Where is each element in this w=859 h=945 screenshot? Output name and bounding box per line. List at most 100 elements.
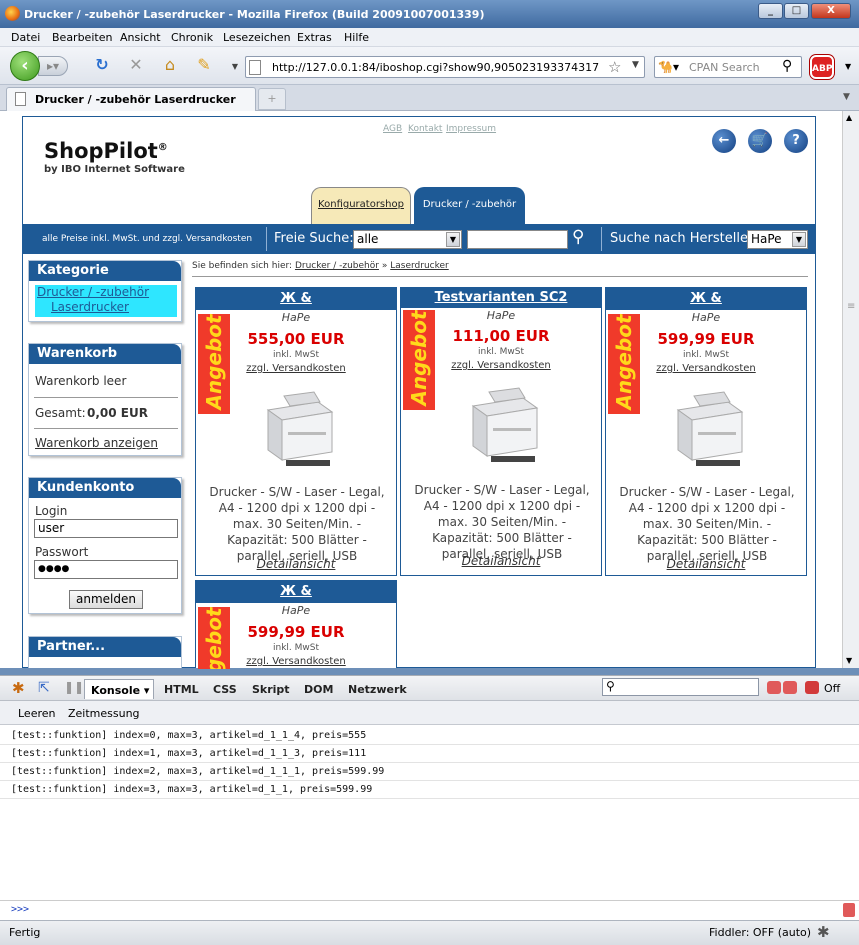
- product-detail-link[interactable]: Detailansicht: [606, 557, 806, 571]
- tab-konfiguratorshop[interactable]: Konfiguratorshop: [311, 187, 411, 225]
- tab-netzwerk[interactable]: Netzwerk: [348, 683, 407, 696]
- printer-image[interactable]: [258, 388, 336, 468]
- menu-hilfe[interactable]: Hilfe: [344, 31, 369, 44]
- product-title[interactable]: Ж &: [606, 288, 806, 310]
- tab-css[interactable]: CSS: [213, 683, 237, 696]
- adblock-plus-icon[interactable]: ABP: [810, 55, 834, 79]
- category-item-drucker[interactable]: Drucker / -zubehör Laserdrucker: [35, 285, 177, 317]
- scroll-thumb[interactable]: ≡: [847, 301, 855, 312]
- new-tab-button[interactable]: +: [258, 88, 286, 110]
- tab-konsole[interactable]: Konsole ▾: [84, 679, 154, 699]
- manufacturer-select[interactable]: HaPe ▼: [747, 230, 808, 249]
- tab-active[interactable]: Drucker / -zubehör Laserdrucker: [6, 87, 256, 111]
- expand-console-icon[interactable]: [843, 903, 855, 917]
- tab-title[interactable]: Drucker / -zubehör Laserdrucker: [35, 93, 236, 106]
- tab-list-icon[interactable]: ▼: [843, 92, 850, 102]
- pencil-icon[interactable]: ✎: [195, 57, 213, 73]
- detach-panel-icon[interactable]: [783, 681, 797, 694]
- console-command-line[interactable]: >>>: [0, 900, 859, 920]
- search-placeholder[interactable]: CPAN Search: [689, 61, 760, 74]
- tab-dom[interactable]: DOM: [304, 683, 333, 696]
- url-dropdown-icon[interactable]: ▼: [632, 60, 639, 70]
- product-detail-link[interactable]: Detailansicht: [401, 554, 601, 568]
- offer-badge-label: Angebot: [202, 314, 226, 410]
- firefox-icon: [5, 6, 20, 21]
- url-text[interactable]: http://127.0.0.1:84/iboshop.cgi?show90,9…: [272, 61, 599, 74]
- console-line: [test::funktion] index=3, max=3, artikel…: [0, 781, 859, 799]
- maximize-button[interactable]: □: [784, 3, 809, 19]
- url-bar[interactable]: http://127.0.0.1:84/iboshop.cgi?show90,9…: [245, 56, 645, 78]
- pause-icon[interactable]: ❚❚: [64, 680, 84, 694]
- minimize-panel-icon[interactable]: [767, 681, 781, 694]
- profile-button[interactable]: Zeitmessung: [68, 707, 140, 720]
- search-icon[interactable]: ⚲: [782, 58, 792, 74]
- link-agb[interactable]: AGB: [383, 124, 402, 134]
- tab-skript[interactable]: Skript: [252, 683, 290, 696]
- link-impressum[interactable]: Impressum: [446, 124, 496, 134]
- menu-extras[interactable]: Extras: [297, 31, 332, 44]
- firebug-toolbar: ✱ ⇱ ❚❚ Konsole ▾ HTML CSS Skript DOM Net…: [0, 675, 859, 701]
- product-shipping-link[interactable]: zzgl. Versandkosten: [401, 360, 601, 371]
- shop-logo[interactable]: ShopPilot®: [44, 139, 168, 163]
- search-magnifier-icon[interactable]: ⚲: [572, 227, 584, 247]
- forward-button[interactable]: ▸▾: [38, 56, 68, 76]
- product-shipping-link[interactable]: zzgl. Versandkosten: [606, 363, 806, 374]
- vertical-scrollbar[interactable]: ▲ ≡ ▼: [842, 111, 859, 668]
- category-select[interactable]: alle ▼: [353, 230, 462, 249]
- cart-total-label: Gesamt:: [35, 406, 86, 420]
- printer-image[interactable]: [668, 388, 746, 468]
- printer-image[interactable]: [463, 384, 541, 464]
- firebug-icon[interactable]: ✱: [12, 679, 25, 697]
- product-price: 599,99 EUR: [247, 623, 345, 641]
- menu-ansicht[interactable]: Ansicht: [120, 31, 161, 44]
- stop-icon[interactable]: ✕: [127, 57, 145, 73]
- abp-dropdown-icon[interactable]: ▼: [845, 62, 851, 71]
- bookmark-star-icon[interactable]: ☆: [608, 58, 621, 76]
- inspect-icon[interactable]: ⇱: [38, 680, 50, 696]
- cart-show-link[interactable]: Warenkorb anzeigen: [35, 436, 158, 450]
- scroll-up-icon[interactable]: ▲: [846, 113, 852, 122]
- breadcrumb-link-drucker[interactable]: Drucker / -zubehör: [295, 261, 379, 271]
- home-icon[interactable]: ⌂: [161, 57, 179, 73]
- login-button[interactable]: anmelden: [69, 590, 143, 609]
- product-shipping-link[interactable]: zzgl. Versandkosten: [196, 656, 396, 667]
- category-subitem-laserdrucker[interactable]: Laserdrucker: [35, 300, 177, 315]
- menu-lesezeichen[interactable]: Lesezeichen: [223, 31, 291, 44]
- fiddler-status[interactable]: Fiddler: OFF (auto): [709, 926, 811, 939]
- scroll-down-icon[interactable]: ▼: [846, 656, 852, 665]
- cart-icon[interactable]: 🛒: [748, 129, 772, 153]
- help-icon[interactable]: ?: [784, 129, 808, 153]
- reload-icon[interactable]: ↻: [93, 57, 111, 73]
- menu-bearbeiten[interactable]: Bearbeiten: [52, 31, 112, 44]
- product-title[interactable]: Testvarianten SC2: [401, 288, 601, 308]
- product-description: Drucker - S/W - Laser - Legal, A4 - 1200…: [414, 483, 590, 561]
- link-kontakt[interactable]: Kontakt: [408, 124, 442, 134]
- back-arrow-icon[interactable]: ←: [712, 129, 736, 153]
- minimize-button[interactable]: _: [758, 3, 783, 19]
- product-detail-link[interactable]: Detailansicht: [196, 557, 396, 571]
- search-input[interactable]: [467, 230, 568, 249]
- product-title[interactable]: Ж &: [196, 581, 396, 603]
- firebug-search-input[interactable]: ⚲: [602, 678, 759, 696]
- password-field[interactable]: ●●●●: [34, 560, 178, 579]
- firebug-status-icon[interactable]: ✱: [817, 923, 830, 941]
- menu-datei[interactable]: Datei: [11, 31, 40, 44]
- tab-html[interactable]: HTML: [164, 683, 199, 696]
- close-button[interactable]: X: [811, 3, 851, 19]
- pencil-dropdown-icon[interactable]: ▼: [226, 59, 244, 75]
- search-bar[interactable]: 🐪▾ CPAN Search ⚲: [654, 56, 802, 78]
- breadcrumb-prefix: Sie befinden sich hier:: [192, 261, 293, 271]
- warenkorb-box: Warenkorb Warenkorb leer Gesamt: 0,00 EU…: [28, 343, 182, 456]
- tab-drucker[interactable]: Drucker / -zubehör: [414, 187, 525, 225]
- login-field[interactable]: user: [34, 519, 178, 538]
- back-button[interactable]: ‹: [10, 51, 40, 81]
- clear-button[interactable]: Leeren: [18, 707, 56, 720]
- product-title[interactable]: Ж &: [196, 288, 396, 310]
- console-output: [test::funktion] index=0, max=3, artikel…: [0, 725, 859, 900]
- power-icon[interactable]: [805, 681, 819, 694]
- breadcrumb-link-laserdrucker[interactable]: Laserdrucker: [390, 261, 449, 271]
- menu-chronik[interactable]: Chronik: [171, 31, 213, 44]
- product-shipping-link[interactable]: zzgl. Versandkosten: [196, 363, 396, 374]
- firebug-off-label[interactable]: Off: [824, 682, 840, 695]
- search-engine-icon[interactable]: 🐪▾: [658, 60, 679, 74]
